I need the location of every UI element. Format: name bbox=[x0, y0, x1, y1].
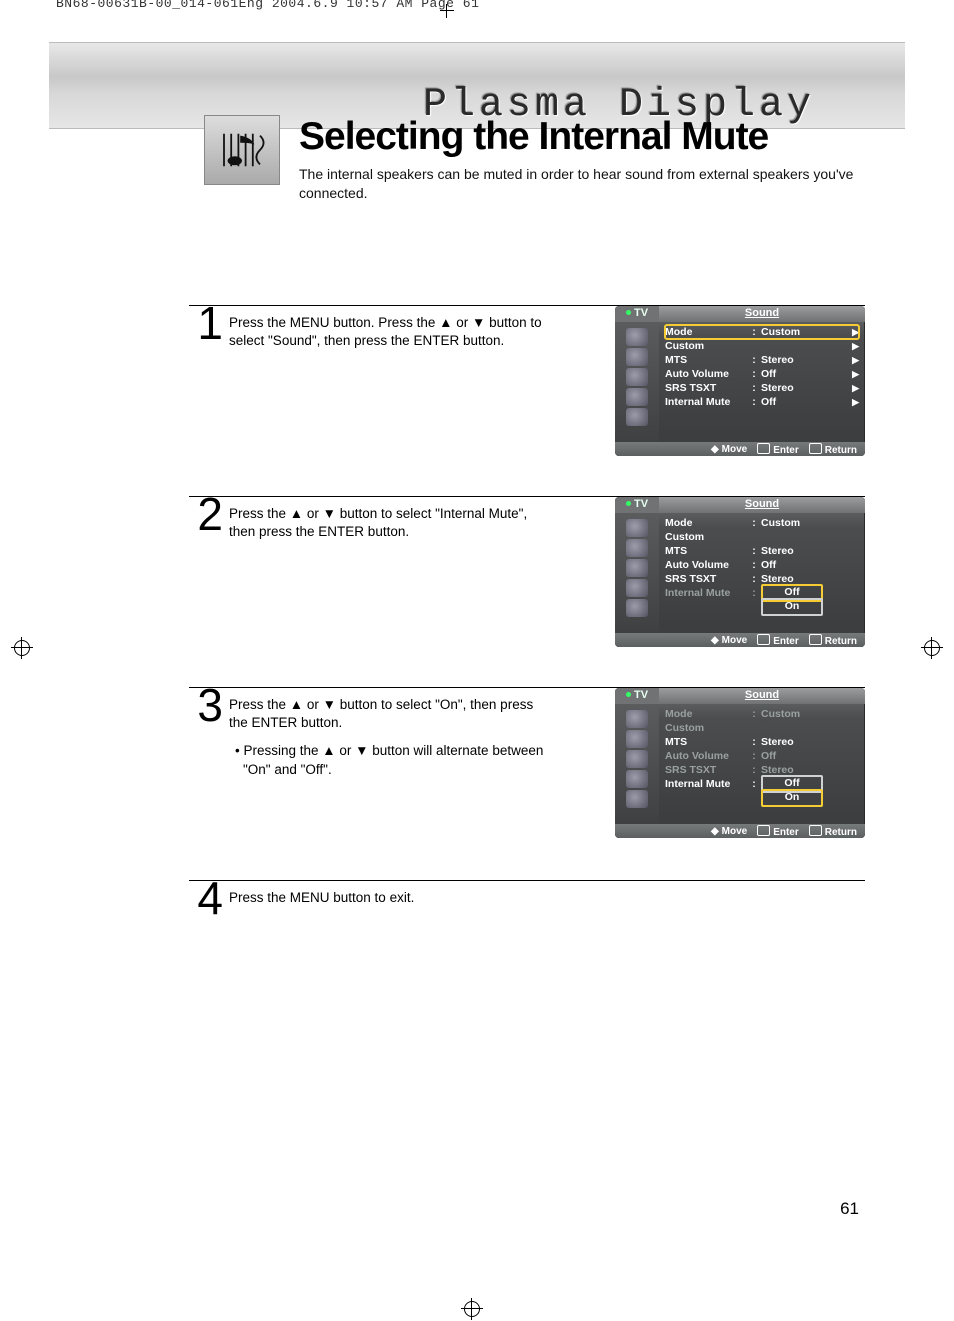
osd-screenshot-1: TV Sound Mode:Custom▶ Custom▶ MTS:Ster bbox=[615, 306, 865, 456]
osd-option-on: On bbox=[761, 789, 823, 807]
registration-mark-icon bbox=[924, 640, 940, 656]
osd-screenshot-2: TV Sound Mode:Custom Custom MTS:Stereo A… bbox=[615, 497, 865, 647]
step-text: Press the ▲ or ▼ button to select "Inter… bbox=[229, 505, 549, 541]
osd-row-custom: Custom▶ bbox=[665, 339, 859, 353]
osd-sound-label: Sound bbox=[659, 306, 865, 322]
registration-mark-icon bbox=[14, 640, 30, 656]
channel-icon bbox=[626, 368, 648, 386]
osd-tv-label: TV bbox=[615, 306, 659, 322]
step-number: 3 bbox=[189, 682, 223, 728]
osd-category-icons bbox=[615, 322, 659, 442]
intro-text: The internal speakers can be muted in or… bbox=[299, 165, 865, 203]
page-number: 61 bbox=[840, 1199, 859, 1219]
step-4: 4 Press the MENU button to exit. bbox=[189, 880, 865, 949]
osd-row-mts: MTS:Stereo▶ bbox=[665, 353, 859, 367]
function-icon bbox=[626, 408, 648, 426]
page-title: Selecting the Internal Mute bbox=[299, 115, 865, 159]
step-number: 1 bbox=[189, 300, 223, 346]
picture-icon bbox=[626, 328, 648, 346]
osd-footer: ◆Move Enter Return bbox=[615, 442, 865, 456]
step-2: 2 Press the ▲ or ▼ button to select "Int… bbox=[189, 496, 865, 663]
osd-row-mode: Mode:Custom▶ bbox=[665, 325, 859, 339]
step-number: 2 bbox=[189, 491, 223, 537]
step-text: Press the MENU button. Press the ▲ or ▼ … bbox=[229, 314, 549, 350]
osd-screenshot-3: TV Sound Mode:Custom Custom MTS:Stereo A… bbox=[615, 688, 865, 838]
step-1: 1 Press the MENU button. Press the ▲ or … bbox=[189, 305, 865, 472]
osd-row-srs: SRS TSXT:Stereo▶ bbox=[665, 381, 859, 395]
osd-row-internalmute: Internal Mute:Off▶ bbox=[665, 395, 859, 409]
step-bullet: • Pressing the ▲ or ▼ button will altern… bbox=[235, 742, 553, 778]
sound-icon bbox=[626, 348, 648, 366]
osd-option-on: On bbox=[761, 598, 823, 616]
osd-row-autovolume: Auto Volume:Off▶ bbox=[665, 367, 859, 381]
step-number: 4 bbox=[189, 875, 223, 921]
step-text: Press the ▲ or ▼ button to select "On", … bbox=[229, 696, 549, 732]
step-text: Press the MENU button to exit. bbox=[229, 889, 549, 907]
music-note-icon bbox=[204, 115, 280, 185]
setup-icon bbox=[626, 388, 648, 406]
step-3: 3 Press the ▲ or ▼ button to select "On"… bbox=[189, 687, 865, 856]
